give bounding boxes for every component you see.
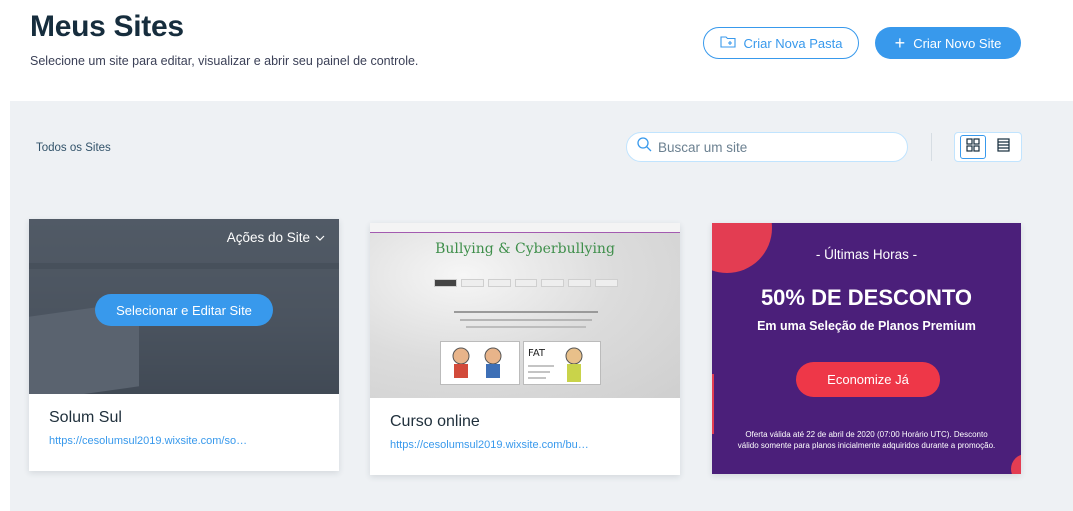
- site-name[interactable]: Curso online: [390, 413, 666, 431]
- thumbnail-site-title: Bullying & Cyberbullying: [435, 241, 615, 257]
- site-info: Solum Sul https://cesolumsul2019.wixsite…: [49, 409, 325, 447]
- promo-eyebrow: - Últimas Horas -: [815, 247, 918, 262]
- create-folder-label: Criar Nova Pasta: [743, 35, 843, 51]
- save-now-button[interactable]: Economize Já: [796, 362, 940, 397]
- thumbnail-text-line: [466, 326, 586, 328]
- promo-banner: - Últimas Horas - 50% DE DESCONTO Em uma…: [712, 223, 1021, 474]
- chevron-down-icon: [315, 230, 325, 245]
- promo-headline: 50% DE DESCONTO: [760, 285, 973, 310]
- view-toggle: [954, 132, 1022, 162]
- promo-subheadline: Em uma Seleção de Planos Premium: [757, 319, 976, 333]
- create-site-button[interactable]: + Criar Novo Site: [875, 27, 1021, 59]
- page-subtitle: Selecione um site para editar, visualiza…: [30, 54, 419, 68]
- thumbnail-text-line: [454, 311, 598, 313]
- promo-fine-print: Oferta válida até 22 de abril de 2020 (0…: [737, 430, 996, 450]
- site-thumbnail[interactable]: Ações do Site Selecionar e Editar Site: [29, 219, 339, 394]
- toolbar-divider: [931, 133, 932, 161]
- search-input[interactable]: [658, 139, 888, 155]
- site-actions-label: Ações do Site: [226, 230, 310, 245]
- folder-filter-label[interactable]: Todos os Sites: [36, 142, 111, 154]
- search-icon: [637, 137, 652, 157]
- site-actions-menu[interactable]: Ações do Site: [227, 230, 325, 245]
- thumbnail-topbar: [370, 223, 680, 233]
- svg-text:FAT: FAT: [528, 348, 546, 359]
- site-url[interactable]: https://cesolumsul2019.wixsite.com/bu…: [390, 439, 666, 451]
- sites-panel: Todos os Sites Buscar um site Ações do S…: [10, 101, 1073, 511]
- site-card[interactable]: Ações do Site Selecionar e Editar Site S…: [29, 219, 339, 471]
- list-icon: [996, 137, 1010, 157]
- plus-icon: +: [894, 33, 906, 53]
- promo-decoration: [712, 374, 714, 434]
- grid-view-button[interactable]: [960, 135, 986, 159]
- create-site-label: Criar Novo Site: [913, 35, 1002, 51]
- site-name[interactable]: Solum Sul: [49, 409, 325, 427]
- search-box[interactable]: [626, 132, 908, 162]
- site-info: Curso online https://cesolumsul2019.wixs…: [390, 413, 666, 451]
- grid-icon: [966, 137, 980, 157]
- promo-card: - Últimas Horas - 50% DE DESCONTO Em uma…: [712, 223, 1021, 474]
- list-view-button[interactable]: [990, 135, 1016, 159]
- new-folder-icon: [719, 35, 736, 51]
- create-folder-button[interactable]: Criar Nova Pasta: [703, 27, 859, 59]
- site-thumbnail[interactable]: Bullying & Cyberbullying FAT: [370, 223, 680, 398]
- site-url[interactable]: https://cesolumsul2019.wixsite.com/so…: [49, 435, 325, 447]
- thumbnail-nav: [434, 279, 619, 287]
- thumbnail-cartoon-image: [440, 341, 520, 385]
- page-title: Meus Sites: [30, 10, 184, 43]
- select-edit-site-button[interactable]: Selecionar e Editar Site: [95, 294, 273, 326]
- promo-decoration: [1011, 454, 1021, 474]
- site-card[interactable]: Bullying & Cyberbullying FAT Curso onlin…: [370, 223, 680, 475]
- thumbnail-text-line: [460, 319, 592, 321]
- thumbnail-cartoon-image: FAT: [523, 341, 601, 385]
